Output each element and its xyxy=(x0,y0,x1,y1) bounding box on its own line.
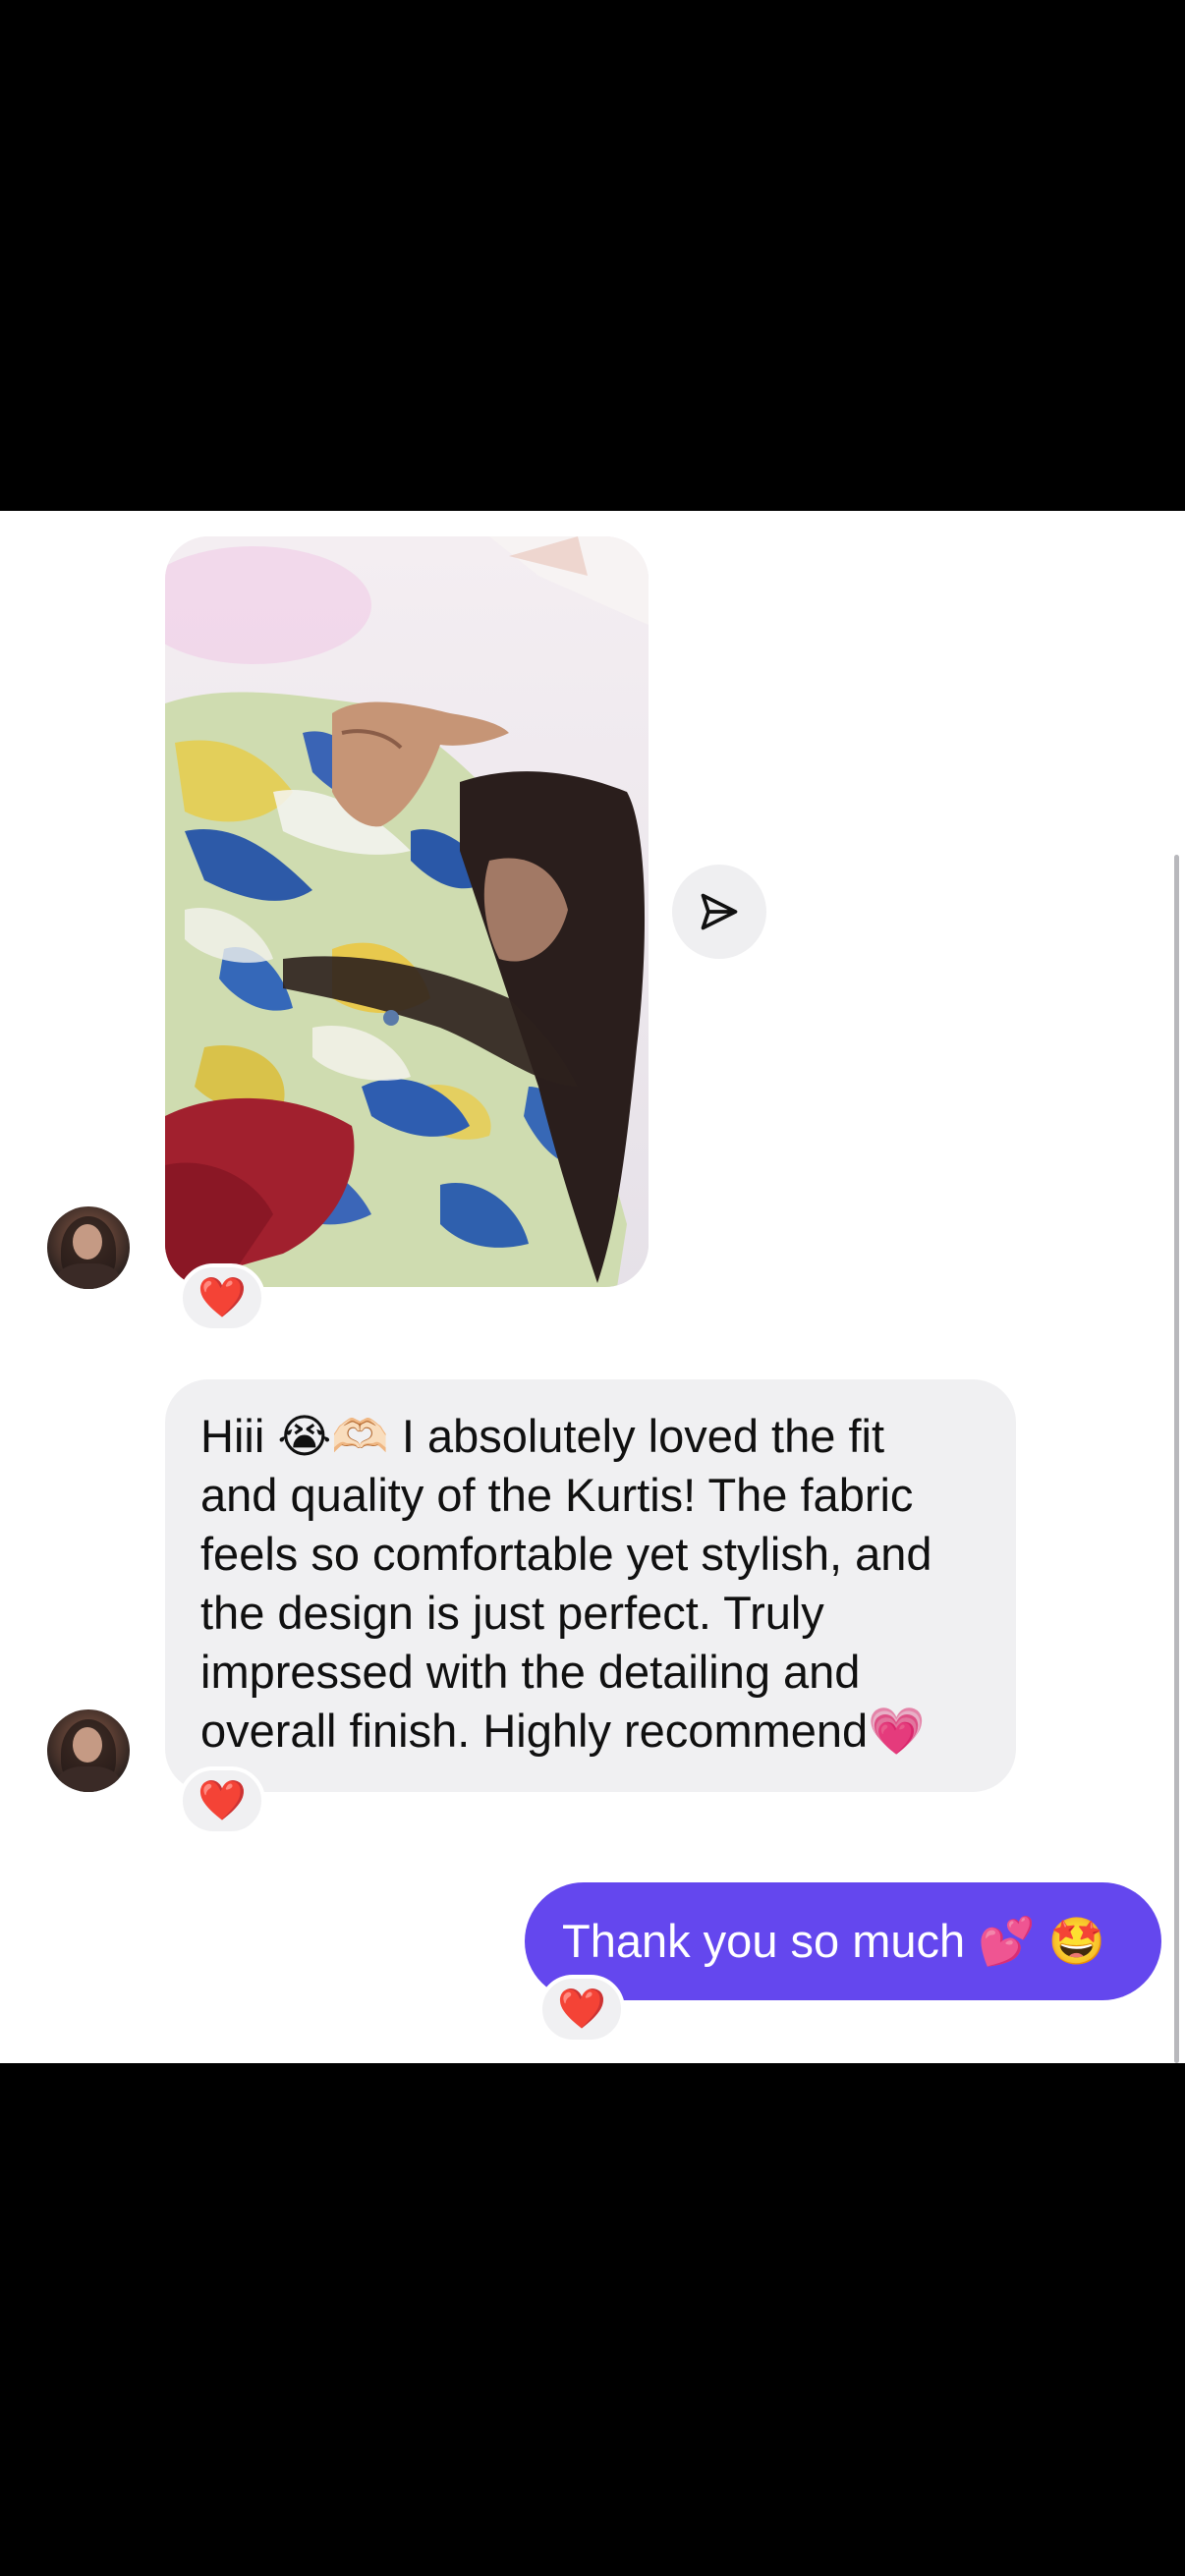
message-text-line: impressed with the detailing and xyxy=(200,1646,861,1698)
incoming-message-bubble[interactable]: Hiii 😭🫶🏻 I absolutely loved the fit and … xyxy=(165,1379,1016,1792)
heart-icon: ❤️ xyxy=(198,1276,247,1319)
sender-avatar[interactable] xyxy=(47,1709,130,1792)
avatar-face xyxy=(73,1727,102,1763)
outgoing-message-bubble[interactable]: Thank you so much 💕 🤩 xyxy=(525,1882,1161,2000)
chat-thread[interactable]: ❤️ Hiii 😭🫶🏻 I absolutely loved the fit a… xyxy=(0,511,1185,2063)
sender-avatar[interactable] xyxy=(47,1206,130,1289)
scrollbar[interactable] xyxy=(1174,855,1179,2063)
photo-reaction[interactable]: ❤️ xyxy=(179,1263,265,1332)
avatar-body xyxy=(57,1263,120,1289)
message-text-line: the design is just perfect. Truly xyxy=(200,1587,824,1639)
top-black-area xyxy=(0,0,1185,511)
share-button[interactable] xyxy=(672,865,766,959)
message-text-line: feels so comfortable yet stylish, and xyxy=(200,1528,932,1580)
avatar-face xyxy=(73,1224,102,1260)
message-text-line: overall finish. Highly recommend💗 xyxy=(200,1705,926,1757)
photo-attachment[interactable] xyxy=(165,536,649,1287)
message-text-line: Hiii 😭🫶🏻 I absolutely loved the fit xyxy=(200,1410,885,1462)
heart-icon: ❤️ xyxy=(557,1988,606,2031)
reply-reaction[interactable]: ❤️ xyxy=(538,1975,625,2044)
paper-plane-icon xyxy=(701,893,738,930)
text-message-reaction[interactable]: ❤️ xyxy=(179,1766,265,1835)
avatar-body xyxy=(57,1766,120,1792)
heart-icon: ❤️ xyxy=(198,1779,247,1822)
reply-text: Thank you so much 💕 🤩 xyxy=(562,1915,1106,1967)
message-text-line: and quality of the Kurtis! The fabric xyxy=(200,1469,914,1521)
bottom-black-area xyxy=(0,2063,1185,2576)
